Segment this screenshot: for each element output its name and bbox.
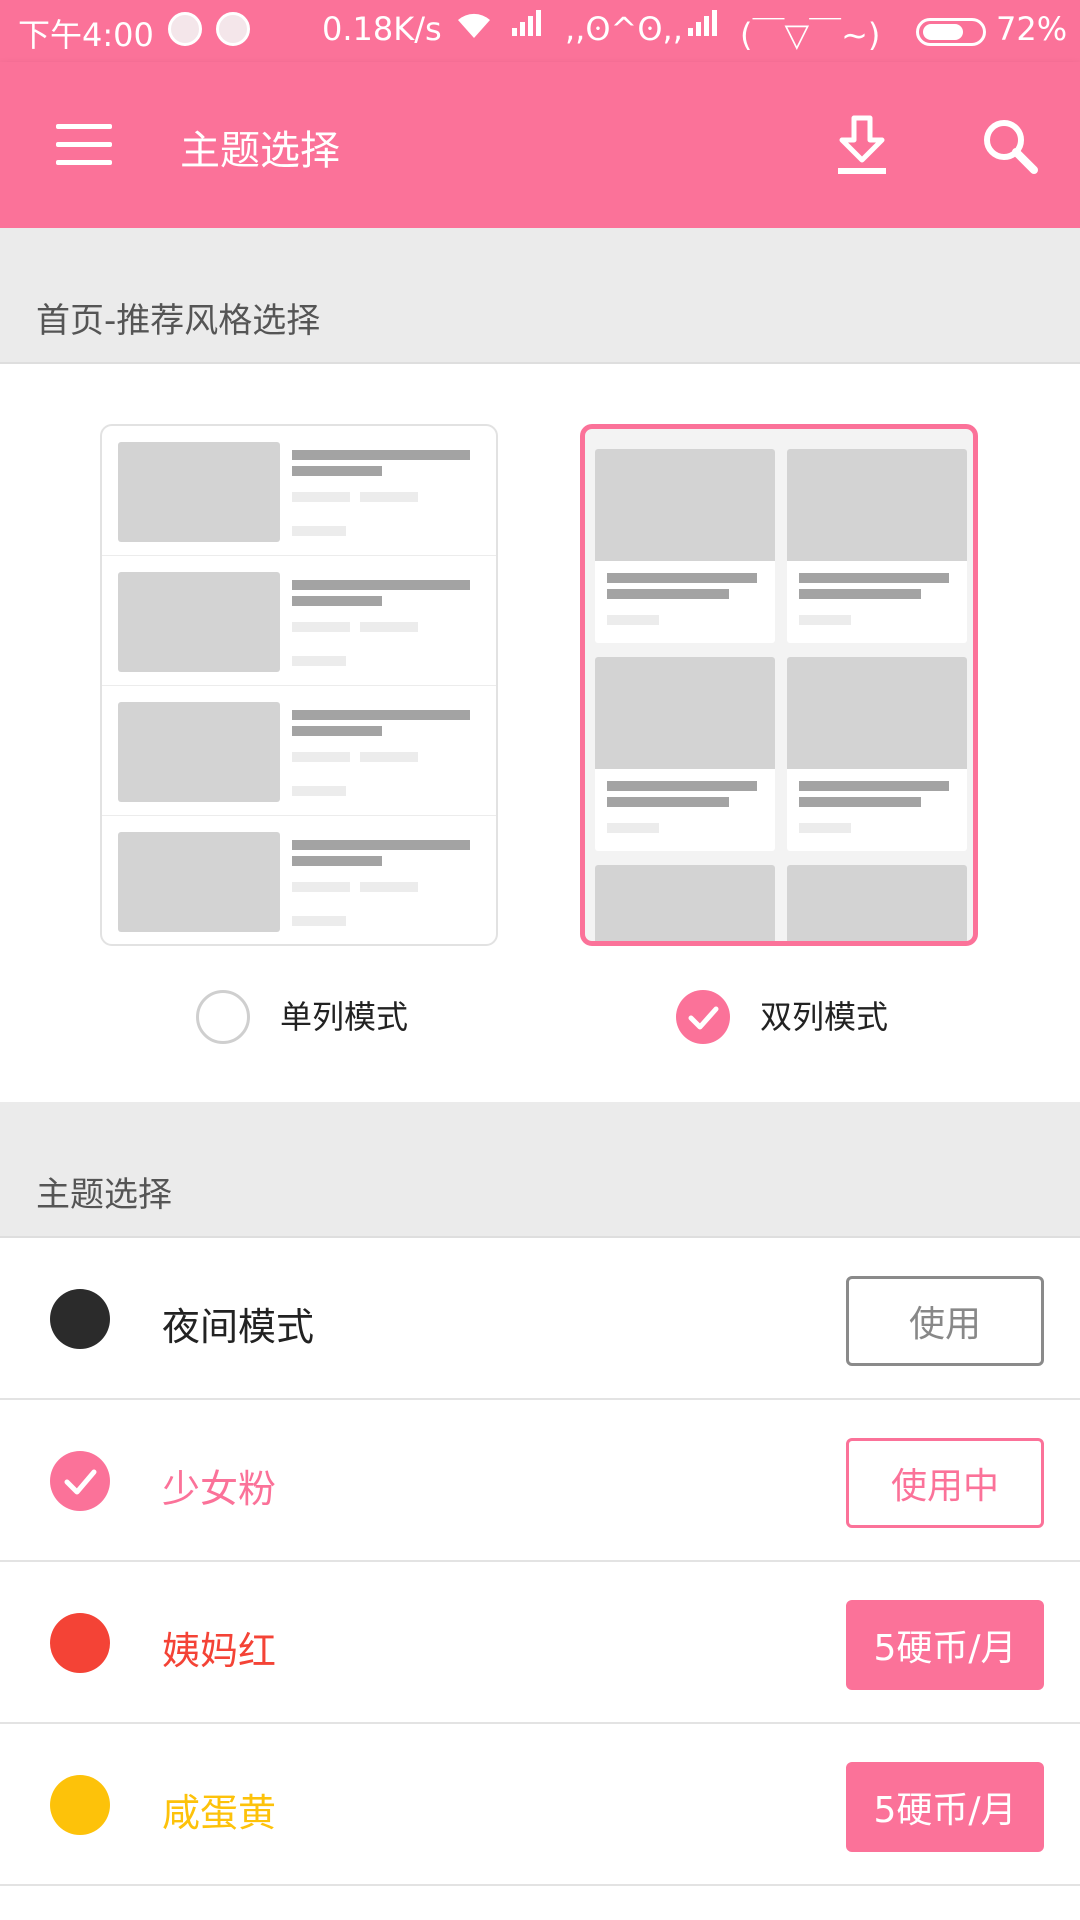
check-icon: [64, 1469, 97, 1495]
theme-color-swatch: [50, 1451, 110, 1511]
double-column-preview[interactable]: [580, 424, 978, 946]
theme-row-red[interactable]: 姨妈红 5硬币/月: [0, 1562, 1080, 1724]
preview-card: [787, 865, 967, 941]
preview-row: [102, 686, 496, 816]
preview-card: [787, 449, 967, 643]
theme-color-swatch: [50, 1613, 110, 1673]
preview-row: [102, 556, 496, 686]
section-title-home-style: 首页-推荐风格选择: [36, 301, 321, 341]
battery-icon: [916, 18, 986, 46]
app-notification-icon: [216, 12, 250, 46]
theme-row-pink[interactable]: 少女粉 使用中: [0, 1400, 1080, 1562]
wifi-icon: [454, 8, 494, 51]
preview-row: [102, 816, 496, 944]
network-speed: 0.18K/s: [322, 10, 442, 48]
theme-color-swatch: [50, 1289, 110, 1349]
use-theme-button[interactable]: 使用: [846, 1276, 1044, 1366]
layout-picker: 单列模式 双列模式: [0, 364, 1080, 1102]
theme-name: 夜间模式: [162, 1305, 315, 1349]
carrier-kaomoji-2: (￣▽￣~): [740, 16, 881, 54]
section-header-themes: 主题选择: [0, 1102, 1080, 1238]
theme-name: 姨妈红: [162, 1629, 277, 1673]
battery-percent: 72%: [996, 10, 1068, 48]
double-column-radio[interactable]: [676, 990, 730, 1044]
in-use-theme-button[interactable]: 使用中: [846, 1438, 1044, 1528]
status-time: 下午4:00: [18, 16, 154, 54]
app-bar: 主题选择: [0, 62, 1080, 228]
signal-icon: [510, 6, 546, 48]
download-icon[interactable]: [832, 114, 892, 178]
theme-row-night[interactable]: 夜间模式 使用: [0, 1238, 1080, 1400]
preview-card: [595, 449, 775, 643]
theme-name: 咸蛋黄: [162, 1791, 277, 1835]
buy-theme-button[interactable]: 5硬币/月: [846, 1600, 1044, 1690]
theme-color-swatch: [50, 1775, 110, 1835]
avatar-notification-icon: [168, 12, 202, 46]
preview-card: [595, 865, 775, 941]
preview-card: [787, 657, 967, 851]
double-column-label[interactable]: 双列模式: [760, 992, 888, 1038]
theme-row-yellow[interactable]: 咸蛋黄 5硬币/月: [0, 1724, 1080, 1886]
single-column-radio[interactable]: [196, 990, 250, 1044]
theme-name: 少女粉: [162, 1467, 277, 1511]
signal-icon-2: [686, 6, 722, 48]
search-icon[interactable]: [978, 114, 1042, 178]
page-title: 主题选择: [180, 128, 340, 174]
section-title-themes: 主题选择: [36, 1175, 172, 1215]
buy-theme-button[interactable]: 5硬币/月: [846, 1762, 1044, 1852]
section-header-home-style: 首页-推荐风格选择: [0, 228, 1080, 364]
preview-card: [595, 657, 775, 851]
hamburger-menu-icon[interactable]: [56, 124, 112, 166]
carrier-kaomoji-1: ,,ʘ^ʘ,,: [565, 10, 683, 48]
preview-row: [102, 426, 496, 556]
single-column-label[interactable]: 单列模式: [280, 992, 408, 1038]
single-column-preview[interactable]: [100, 424, 498, 946]
battery-fill: [923, 24, 963, 40]
notification-icons: [168, 12, 250, 46]
status-bar: 下午4:00 0.18K/s ,,ʘ^ʘ,, (￣▽￣~) 72%: [0, 0, 1080, 62]
check-icon: [688, 1006, 719, 1030]
